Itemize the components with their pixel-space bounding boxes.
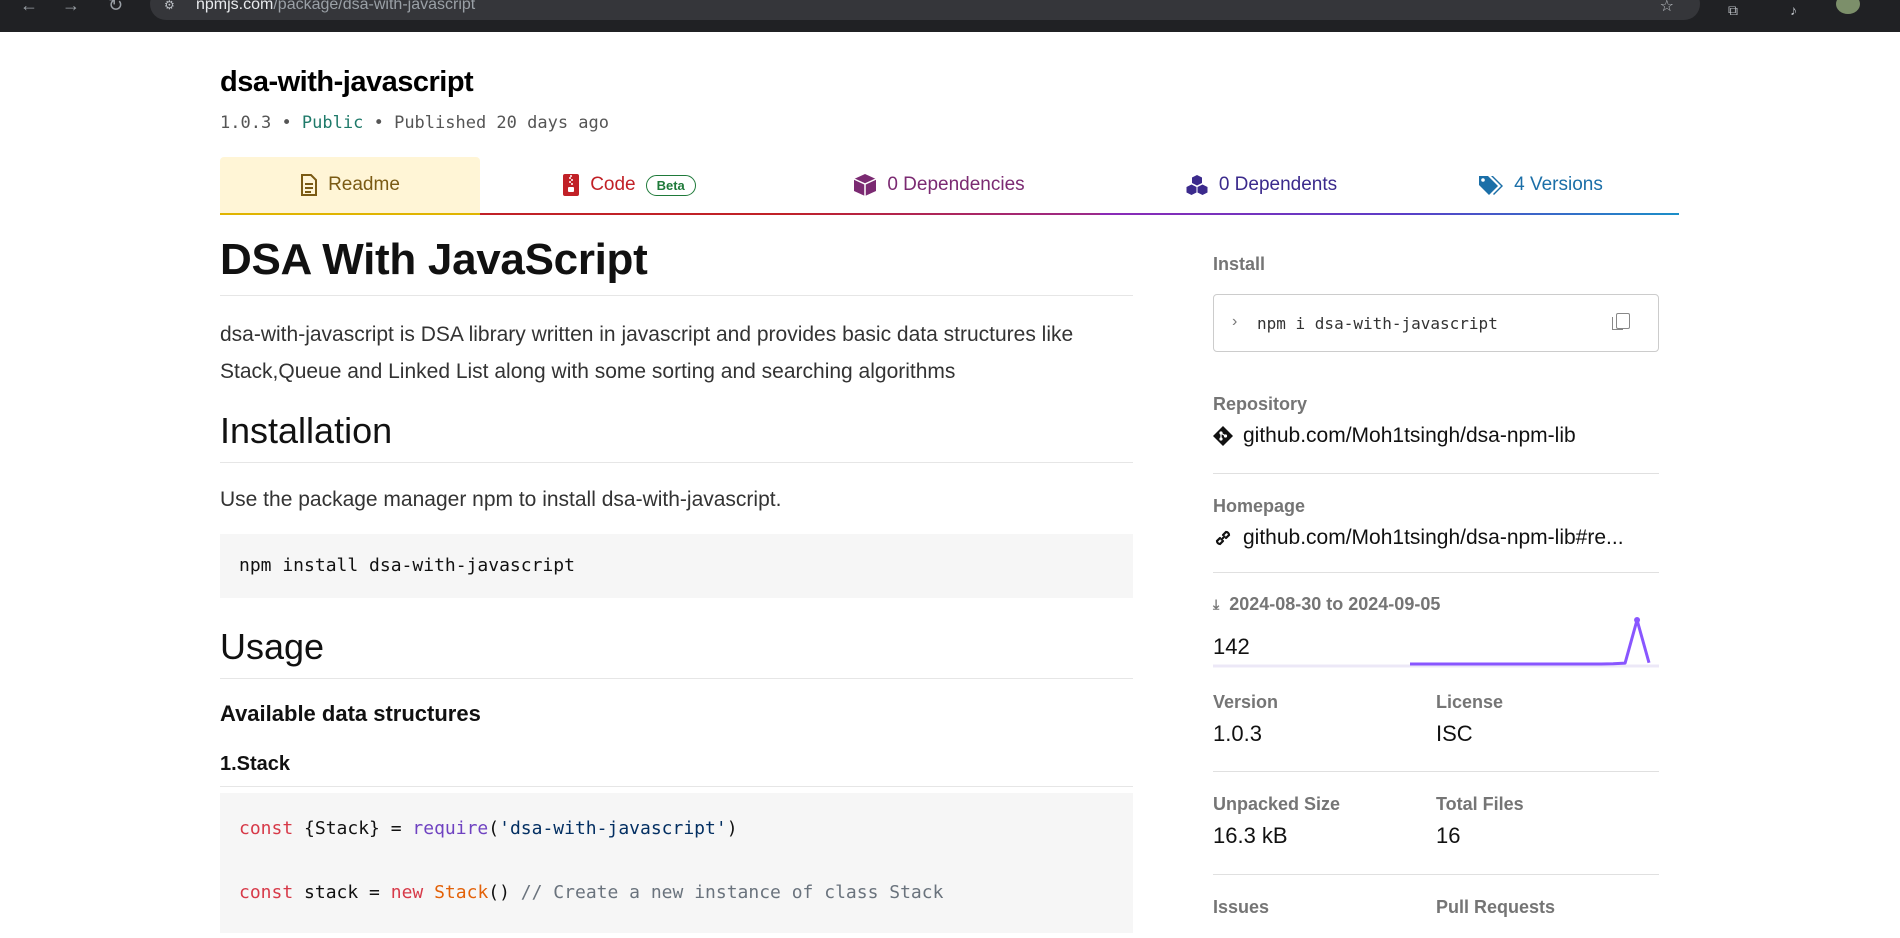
unpacked-size-label: Unpacked Size [1213,794,1341,814]
reload-icon[interactable]: ↻ [108,0,123,14]
link-icon [1215,530,1231,546]
readme-title: DSA With JavaScript [220,235,1133,296]
tab-underline [1100,213,1422,215]
address-bar[interactable]: ⚙ npmjs.com/package/dsa-with-javascript … [150,0,1700,20]
divider [1213,473,1659,474]
zip-file-icon [563,174,580,196]
install-command[interactable]: npm i dsa-with-javascript [1257,314,1498,333]
tab-code[interactable]: Code Beta [480,157,778,215]
tab-underline [1402,213,1679,215]
tab-dependencies-label: 0 Dependencies [887,174,1025,195]
bookmark-star-icon[interactable]: ☆ [1660,0,1674,16]
repository-url[interactable]: github.com/Moh1tsingh/dsa-npm-lib [1243,424,1576,448]
license-label: License [1436,692,1504,712]
install-code-block: npm install dsa-with-javascript [220,534,1133,598]
forward-icon[interactable]: → [62,0,80,14]
package-visibility: Public [301,113,364,133]
downloads-sparkline[interactable] [1213,612,1659,668]
stack-heading: 1.Stack [220,753,1133,787]
homepage-url[interactable]: github.com/Moh1tsingh/dsa-npm-lib#re... [1243,526,1624,550]
sparkline-peak-point [1634,617,1641,623]
package-published: Published 20 days ago [394,113,610,133]
version-label: Version [1213,692,1279,712]
url-text[interactable]: npmjs.com/package/dsa-with-javascript [196,0,475,14]
total-files-value: 16 [1436,823,1461,848]
install-command-box[interactable]: › npm i dsa-with-javascript [1213,294,1659,352]
package-version: 1.0.3 [220,113,272,133]
install-label: Install [1213,254,1266,274]
unpacked-size-value: 16.3 kB [1213,823,1288,848]
tab-dependents-label: 0 Dependents [1218,174,1338,195]
pull-requests-label: Pull Requests [1436,897,1556,917]
divider [1213,572,1659,573]
package-meta: 1.0.3 • Public • Published 20 days ago [220,113,610,133]
tab-underline [778,213,1100,215]
tab-readme[interactable]: Readme [220,157,480,215]
homepage-link[interactable]: github.com/Moh1tsingh/dsa-npm-lib#re... [1213,526,1659,550]
browser-toolbar: ← → ↻ ⚙ npmjs.com/package/dsa-with-javas… [0,0,1900,32]
site-info-icon[interactable]: ⚙ [164,0,175,12]
tab-dependencies[interactable]: 0 Dependencies [778,157,1100,215]
divider [1213,771,1659,772]
total-files-label: Total Files [1436,794,1524,814]
tab-underline [220,213,480,215]
tab-versions[interactable]: 4 Versions [1402,157,1679,215]
divider [1213,874,1659,875]
usage-heading: Usage [220,626,1133,679]
install-code: npm install dsa-with-javascript [239,555,575,576]
media-icon[interactable]: ♪ [1790,2,1797,18]
beta-badge: Beta [645,174,696,196]
boxes-icon [1186,175,1208,195]
back-icon[interactable]: ← [20,0,38,14]
installation-heading: Installation [220,410,1133,463]
git-icon [1213,426,1233,446]
extensions-icon[interactable]: ⧉ [1728,2,1738,19]
code-line-1: const {Stack} = require('dsa-with-javasc… [239,818,738,839]
download-icon: ⤓ [1213,596,1220,612]
code-line-2: const stack = new Stack() // Create a ne… [239,882,944,903]
tab-dependents[interactable]: 0 Dependents [1100,157,1422,215]
stack-code-block: const {Stack} = require('dsa-with-javasc… [220,793,1133,933]
sparkline-line [1410,618,1651,666]
prompt-chevron-icon: › [1232,313,1238,330]
repository-link[interactable]: github.com/Moh1tsingh/dsa-npm-lib [1213,424,1659,448]
tab-readme-label: Readme [328,174,400,195]
license-value: ISC [1436,721,1473,746]
installation-text: Use the package manager npm to install d… [220,488,782,511]
version-value: 1.0.3 [1213,721,1262,746]
tags-icon [1479,176,1504,195]
tab-underline [480,213,778,215]
readme-intro: dsa-with-javascript is DSA library writt… [220,323,1074,383]
package-name: dsa-with-javascript [220,66,474,98]
box-icon [854,174,877,196]
readme-content: DSA With JavaScript dsa-with-javascript … [220,235,1133,933]
repository-label: Repository [1213,394,1308,414]
available-heading: Available data structures [220,701,481,726]
tab-versions-label: 4 Versions [1514,174,1603,195]
document-icon [301,174,318,196]
homepage-label: Homepage [1213,496,1306,516]
package-tabs: Readme Code Beta 0 Dependencies 0 Depend… [220,157,1679,215]
tab-code-label: Code [590,174,636,195]
copy-icon[interactable] [1612,313,1630,330]
issues-label: Issues [1213,897,1270,917]
profile-avatar[interactable] [1836,0,1860,14]
